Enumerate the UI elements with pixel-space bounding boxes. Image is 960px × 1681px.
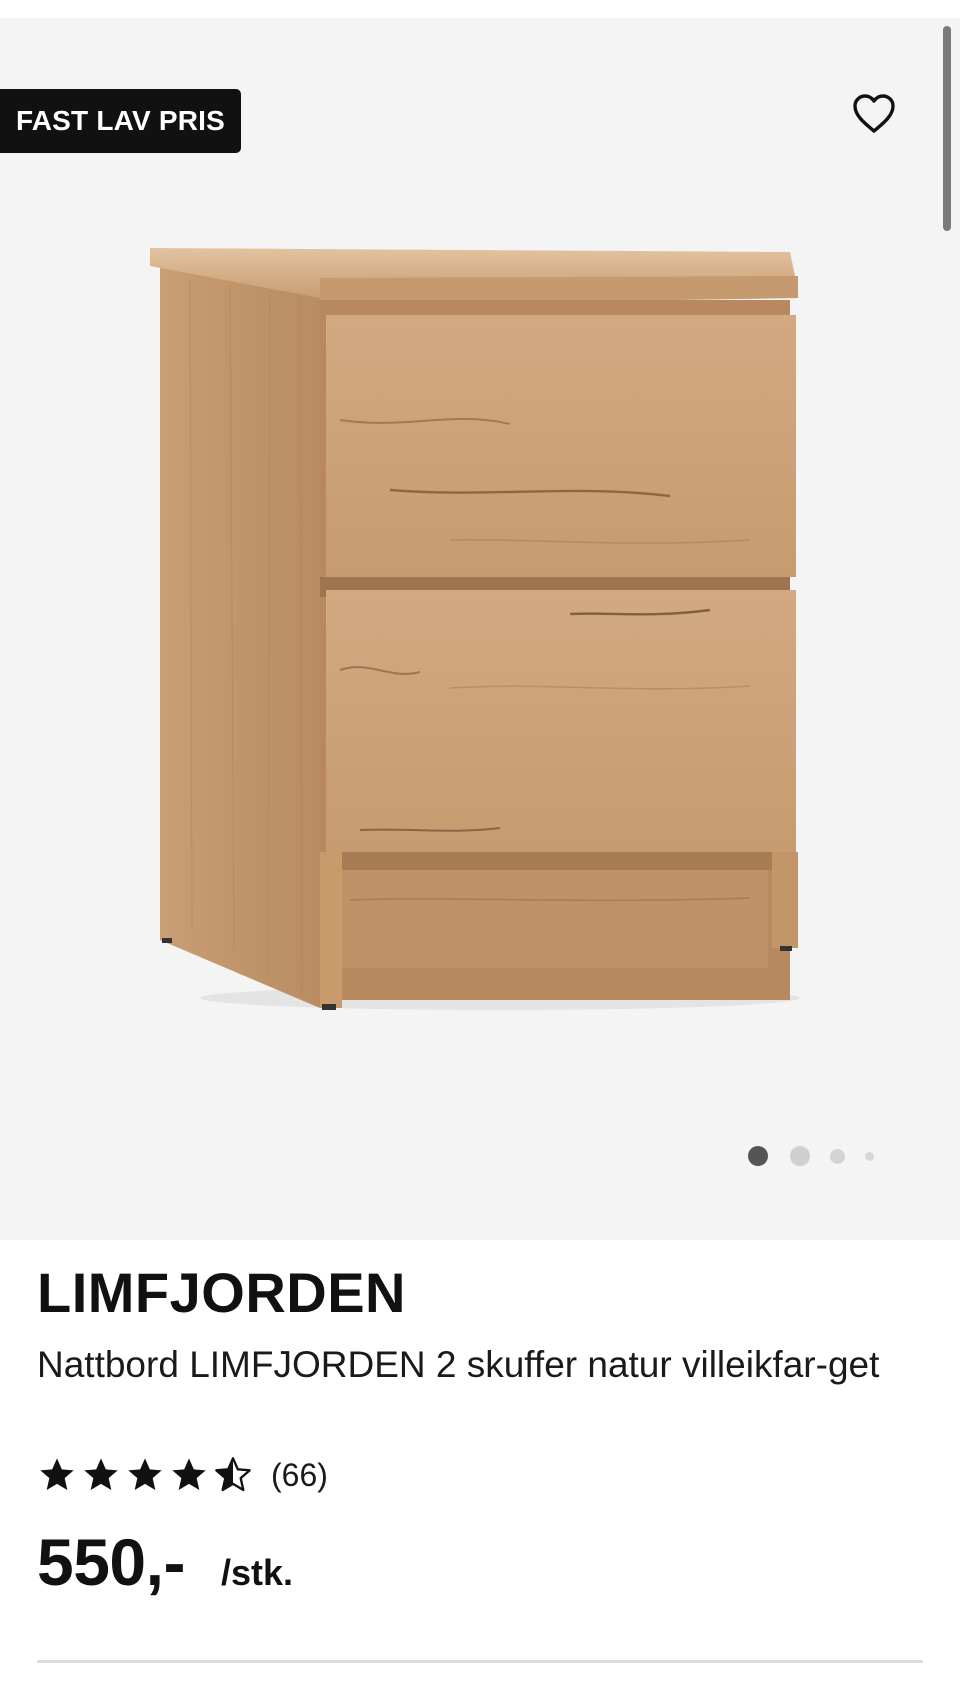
rating-stars <box>37 1455 257 1495</box>
price: 550,- <box>37 1525 185 1599</box>
scrollbar[interactable] <box>943 26 951 231</box>
slide-indicator <box>748 1144 874 1168</box>
product-image <box>150 248 800 1010</box>
product-gallery[interactable]: FAST LAV PRIS <box>0 18 960 1240</box>
slide-dot-2[interactable] <box>790 1146 810 1166</box>
heart-outline-icon <box>853 94 895 133</box>
rating[interactable]: (66) <box>37 1452 328 1498</box>
star-filled-icon <box>40 1458 74 1490</box>
star-filled-icon <box>84 1458 118 1490</box>
slide-dot-1-active[interactable] <box>748 1146 768 1166</box>
price-unit: /stk. <box>220 1552 293 1593</box>
slide-dot-4[interactable] <box>865 1151 874 1161</box>
product-description: Nattbord LIMFJORDEN 2 skuffer natur vill… <box>37 1344 880 1385</box>
star-filled-icon <box>128 1458 162 1490</box>
slide-dot-3[interactable] <box>830 1148 845 1164</box>
favorite-button[interactable] <box>848 88 900 140</box>
promo-badge: FAST LAV PRIS <box>0 89 241 153</box>
rating-count: (66) <box>271 1457 328 1493</box>
divider <box>37 1660 923 1663</box>
star-half-icon <box>215 1457 251 1492</box>
top-strip <box>0 0 960 18</box>
star-filled-icon <box>172 1458 206 1490</box>
price-row: 550,- /stk. <box>37 1522 293 1602</box>
product-brand: LIMFJORDEN <box>37 1261 406 1324</box>
